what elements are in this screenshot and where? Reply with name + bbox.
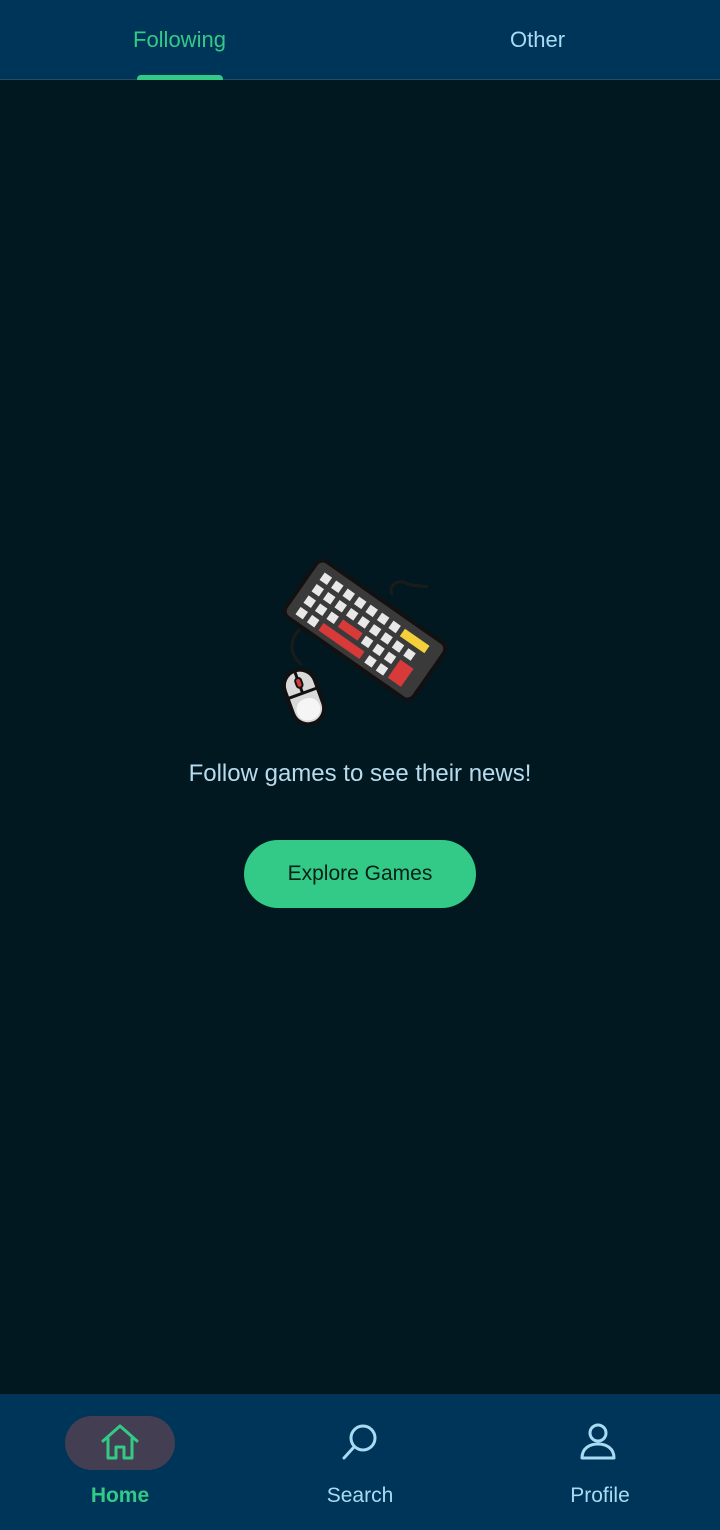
news-screen: Following Other Follow games to see thei… [0, 0, 720, 1530]
nav-search[interactable]: Search [240, 1394, 480, 1530]
nav-home-label: Home [90, 1484, 150, 1507]
bottom-navigation: Home Search Profile [0, 1394, 720, 1530]
tab-following[interactable]: Following [0, 0, 360, 80]
nav-profile-label: Profile [570, 1484, 630, 1507]
keyboard-mouse-icon [281, 558, 448, 727]
explore-games-button[interactable]: Explore Games [244, 840, 476, 908]
nav-home[interactable]: Home [0, 1394, 240, 1530]
active-tab-indicator [137, 75, 223, 80]
tab-other[interactable]: Other [360, 0, 720, 80]
profile-icon [580, 1423, 616, 1460]
nav-search-label: Search [326, 1484, 394, 1507]
tab-other-label: Other [510, 27, 566, 52]
home-icon [101, 1424, 139, 1460]
empty-state-message: Follow games to see their news! [188, 760, 532, 787]
tab-following-label: Following [133, 27, 226, 52]
top-tab-bar: Following Other [0, 0, 720, 80]
search-icon [342, 1424, 377, 1460]
nav-profile[interactable]: Profile [480, 1394, 720, 1530]
